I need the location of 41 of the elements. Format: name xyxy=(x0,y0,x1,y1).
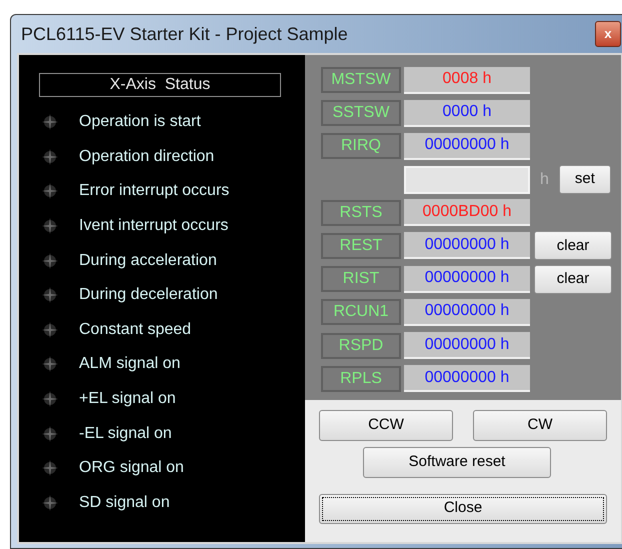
status-label: Error interrupt occurs xyxy=(79,181,230,202)
status-title: X-Axis Status xyxy=(39,73,281,97)
register-label: RIRQ xyxy=(321,133,401,160)
register-value: 0008 h xyxy=(404,66,530,94)
status-label: +EL signal on xyxy=(79,389,176,410)
status-label: -EL signal on xyxy=(79,424,172,444)
ccw-button[interactable]: CCW xyxy=(319,410,453,441)
close-dialog-button[interactable]: Close xyxy=(319,494,607,524)
register-value: 00000000 h xyxy=(404,365,530,392)
unit-label: h xyxy=(540,170,549,190)
register-label: RPLS xyxy=(321,366,401,392)
register-value: 00000000 h xyxy=(404,298,530,326)
clear-button[interactable]: clear xyxy=(534,264,612,294)
status-label: Constant speed xyxy=(79,320,192,340)
status-label: SD signal on xyxy=(79,492,170,513)
status-label: During deceleration xyxy=(79,285,218,306)
status-label: Operation is start xyxy=(79,112,201,132)
register-value: 0000 h xyxy=(404,100,530,127)
register-label: SSTSW xyxy=(321,100,401,126)
register-label: MSTSW xyxy=(321,67,401,93)
register-label: RCUN1 xyxy=(321,299,401,326)
register-value: 0000BD00 h xyxy=(404,199,530,226)
register-value: 00000000 h xyxy=(404,266,530,293)
hex-input-field[interactable] xyxy=(404,166,530,194)
register-label: REST xyxy=(321,232,401,259)
register-label: RIST xyxy=(321,266,401,292)
register-value: 00000000 h xyxy=(404,332,530,359)
clear-button[interactable]: clear xyxy=(534,231,612,260)
status-label: During acceleration xyxy=(79,250,217,271)
status-label: Operation direction xyxy=(79,146,214,167)
software-reset-button[interactable]: Software reset xyxy=(363,446,551,478)
register-value: 00000000 h xyxy=(404,132,530,160)
window-title: PCL6115-EV Starter Kit - Project Sample xyxy=(21,22,348,46)
register-label: RSTS xyxy=(321,200,401,226)
status-label: ALM signal on xyxy=(79,354,180,374)
status-label: ORG signal on xyxy=(79,458,184,478)
set-button[interactable]: set xyxy=(558,165,611,194)
cw-button[interactable]: CW xyxy=(473,410,607,441)
register-label: RSPD xyxy=(321,332,401,358)
register-value: 00000000 h xyxy=(404,232,530,260)
status-label: Ivent interrupt occurs xyxy=(79,216,228,236)
